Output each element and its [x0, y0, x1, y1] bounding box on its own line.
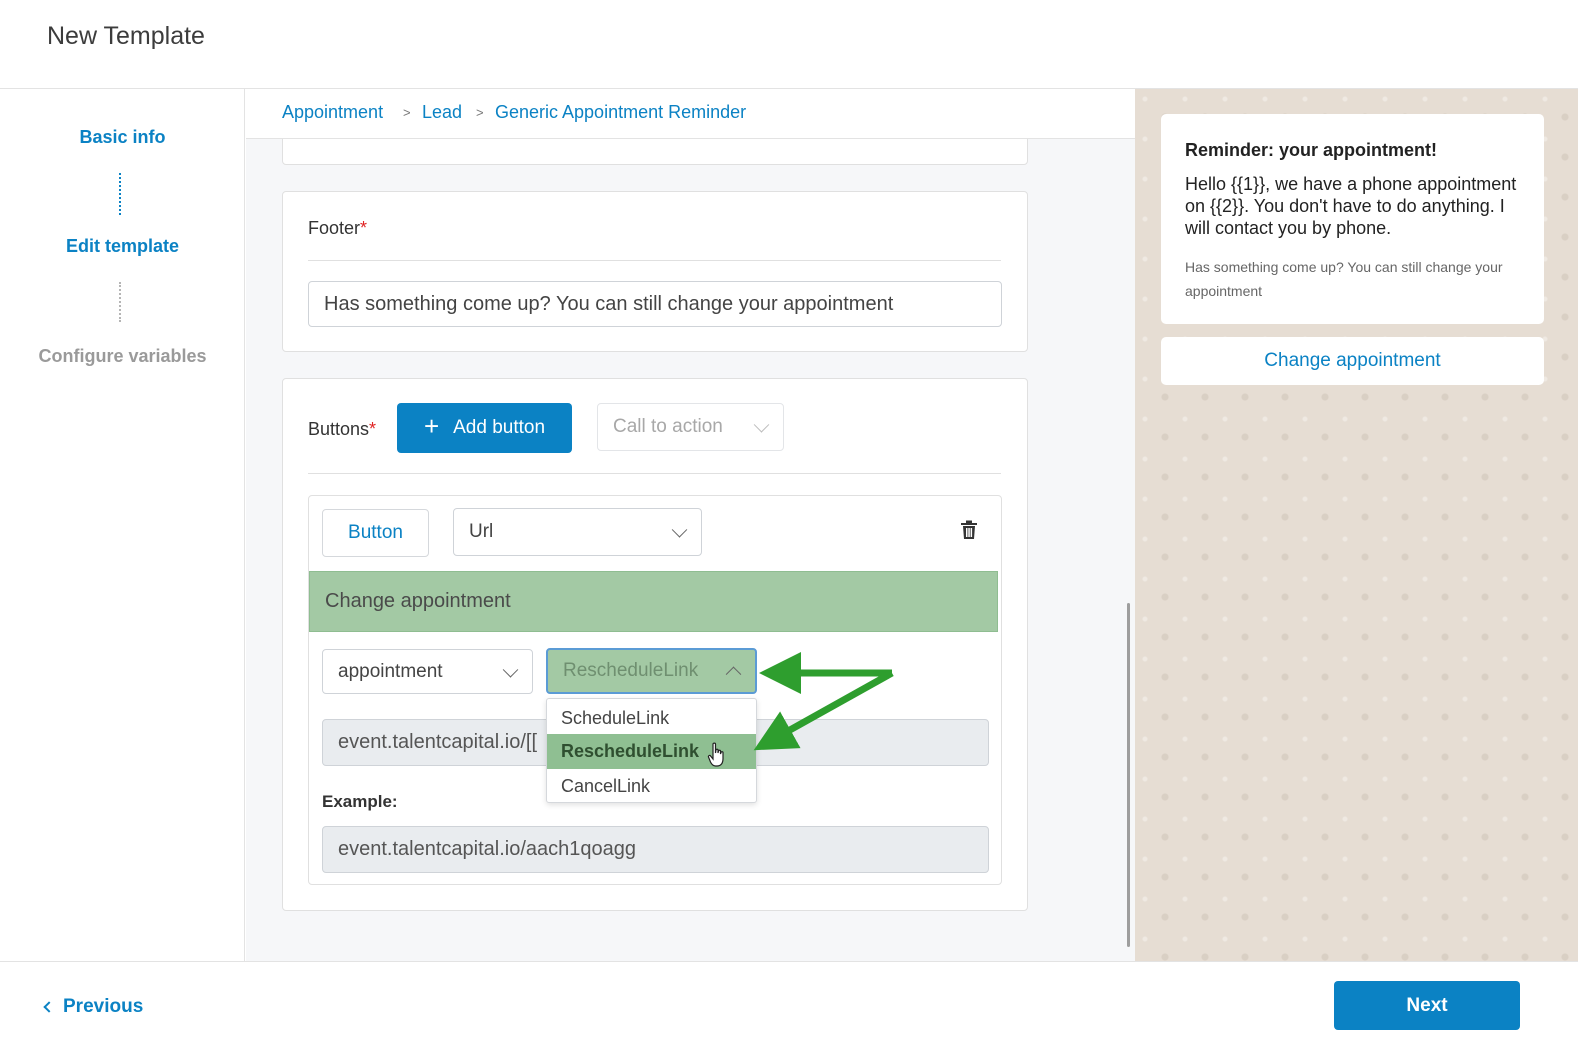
field-dropdown-menu: ScheduleLink RescheduleLink CancelLink: [546, 698, 757, 803]
chevron-up-icon: [725, 666, 742, 683]
plus-icon: +: [423, 411, 440, 441]
button-text-input[interactable]: Change appointment: [309, 571, 998, 632]
preview-cta-button: Change appointment: [1161, 337, 1544, 385]
footer-card: Footer* Has something come up? You can s…: [282, 191, 1028, 352]
breadcrumb-separator: >: [403, 105, 411, 120]
chevron-down-icon: [753, 417, 770, 433]
previous-button[interactable]: Previous: [43, 996, 144, 1018]
footer-input[interactable]: Has something come up? You can still cha…: [308, 281, 1002, 327]
wizard-footer: Previous Next: [0, 961, 1578, 1054]
chevron-down-icon: [671, 522, 688, 538]
field-select[interactable]: RescheduleLink: [546, 648, 757, 694]
buttons-label-text: Buttons: [308, 419, 370, 439]
footer-label-text: Footer: [308, 218, 361, 238]
page-title: New Template: [47, 22, 205, 50]
button-type-value: Call to action: [613, 416, 723, 437]
chevron-down-icon: [502, 661, 519, 678]
required-mark: *: [369, 419, 377, 439]
breadcrumb-item[interactable]: Appointment: [282, 102, 383, 123]
add-button-label: Add button: [453, 417, 546, 438]
required-mark: *: [360, 218, 368, 238]
footer-label: Footer*: [308, 218, 367, 239]
step-configure-variables[interactable]: Configure variables: [0, 346, 245, 367]
entity-value: appointment: [338, 660, 443, 682]
previous-label: Previous: [63, 996, 144, 1017]
example-input: event.talentcapital.io/aach1qoagg: [322, 826, 989, 873]
preview-footer: Has something come up? You can still cha…: [1185, 259, 1503, 299]
step-connector: [119, 173, 121, 215]
buttons-card: Buttons* + Add button Call to action But…: [282, 378, 1028, 911]
breadcrumb-separator: >: [476, 105, 484, 120]
message-preview-panel: Reminder: your appointment! Hello {{1}},…: [1135, 89, 1578, 961]
example-label: Example:: [322, 792, 398, 811]
preview-body: Hello {{1}}, we have a phone appointment…: [1185, 174, 1517, 238]
next-button[interactable]: Next: [1334, 981, 1520, 1030]
top-bar: New Template: [0, 0, 1578, 89]
chevron-left-icon: [43, 1001, 55, 1013]
editor-panel: Appointment > Lead > Generic Appointment…: [246, 89, 1135, 961]
step-connector: [119, 282, 121, 322]
button-kind-value: Url: [469, 521, 494, 542]
step-edit-template[interactable]: Edit template: [0, 236, 245, 257]
button-kind-select[interactable]: Url: [453, 508, 702, 556]
divider: [308, 260, 1001, 261]
breadcrumb: Appointment > Lead > Generic Appointment…: [246, 89, 1135, 139]
button-type-select: Call to action: [597, 403, 784, 451]
add-button[interactable]: + Add button: [397, 403, 572, 453]
dropdown-option-cancellink[interactable]: CancelLink: [547, 769, 756, 804]
buttons-label: Buttons*: [308, 419, 376, 440]
button-type-chip[interactable]: Button: [322, 509, 429, 557]
breadcrumb-item[interactable]: Generic Appointment Reminder: [495, 102, 746, 123]
field-select-value: RescheduleLink: [563, 660, 699, 681]
hand-cursor-icon: [707, 742, 724, 767]
scrollbar[interactable]: [1127, 603, 1130, 947]
divider: [308, 473, 1001, 474]
breadcrumb-item[interactable]: Lead: [422, 102, 462, 123]
button-item-card: Button Url Change appointment appointmen…: [308, 495, 1002, 885]
preview-header: Reminder: your appointment!: [1185, 140, 1438, 160]
dropdown-option-schedulelink[interactable]: ScheduleLink: [547, 701, 756, 736]
preview-message-bubble: Reminder: your appointment! Hello {{1}},…: [1161, 114, 1544, 324]
stepper-sidebar: Basic info Edit template Configure varia…: [0, 89, 245, 961]
step-basic-info[interactable]: Basic info: [0, 127, 245, 148]
entity-select[interactable]: appointment: [322, 649, 533, 694]
trash-icon[interactable]: [960, 520, 978, 540]
